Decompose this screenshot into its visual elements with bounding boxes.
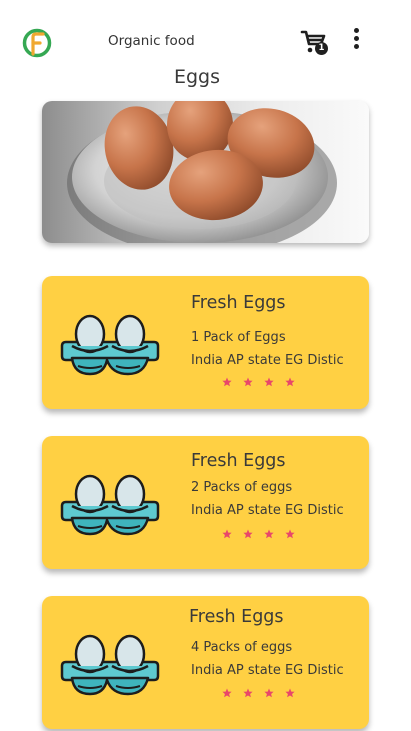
star-icon	[222, 688, 232, 698]
eggs-hero-image	[42, 101, 369, 243]
product-location: India AP state EG Distic	[191, 503, 344, 518]
star-icon	[285, 688, 295, 698]
cart-count-badge: 1	[315, 42, 328, 55]
egg-tray-icon	[60, 474, 160, 536]
product-location: India AP state EG Distic	[191, 353, 344, 368]
product-card[interactable]: Fresh Eggs 2 Packs of eggs India AP stat…	[42, 436, 369, 569]
star-icon	[285, 377, 295, 387]
product-location: India AP state EG Distic	[191, 663, 344, 678]
page-title: Eggs	[173, 66, 221, 88]
organic-food-logo-icon	[21, 27, 53, 59]
star-icon	[264, 377, 274, 387]
product-rating	[222, 688, 295, 700]
product-name: Fresh Eggs	[189, 607, 284, 627]
product-rating	[222, 529, 295, 541]
cart-button[interactable]: 1	[300, 28, 328, 56]
more-vertical-icon	[349, 28, 363, 49]
product-rating	[222, 377, 295, 389]
star-icon	[264, 529, 274, 539]
star-icon	[243, 688, 253, 698]
star-icon	[222, 377, 232, 387]
star-icon	[243, 377, 253, 387]
egg-tray-icon	[60, 634, 160, 696]
product-card[interactable]: Fresh Eggs 4 Packs of eggs India AP stat…	[42, 596, 369, 729]
star-icon	[222, 529, 232, 539]
star-icon	[285, 529, 295, 539]
app-title: Organic food	[108, 33, 195, 49]
product-name: Fresh Eggs	[191, 451, 286, 471]
star-icon	[264, 688, 274, 698]
product-quantity: 2 Packs of eggs	[191, 480, 293, 495]
egg-tray-icon	[60, 314, 160, 376]
product-name: Fresh Eggs	[191, 293, 286, 313]
product-card[interactable]: Fresh Eggs 1 Pack of Eggs India AP state…	[42, 276, 369, 409]
more-options-button[interactable]	[349, 28, 363, 54]
product-quantity: 1 Pack of Eggs	[191, 330, 286, 345]
product-list-screen: Organic food 1 Eggs Fresh Eggs 1 Pack of…	[0, 0, 411, 731]
star-icon	[243, 529, 253, 539]
product-quantity: 4 Packs of eggs	[191, 640, 293, 655]
